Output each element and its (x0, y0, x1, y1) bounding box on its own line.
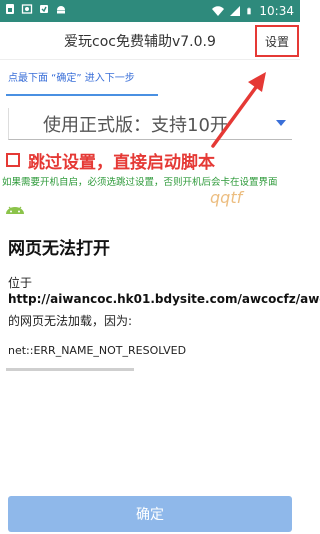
autostart-warning: 如果需要开机自启，必须选跳过设置，否则开机后会卡在设置界面 (2, 177, 278, 188)
skip-setup-row[interactable]: 跳过设置，直接启动脚本 (6, 148, 215, 173)
confirm-label: 确定 (136, 507, 164, 523)
skip-setup-label: 跳过设置，直接启动脚本 (28, 152, 215, 173)
version-select[interactable]: 使用正式版：支持10开 (8, 108, 292, 140)
status-left-icons (4, 3, 67, 15)
wifi-icon (212, 6, 225, 17)
next-step-hint: 点最下面 “确定” 进入下一步 (8, 73, 135, 84)
settings-button[interactable]: 设置 (255, 25, 299, 57)
app-title: 爱玩coc免费辅助v7.0.9 (64, 34, 216, 50)
error-title: 网页无法打开 (8, 239, 110, 259)
screenshot-icon (21, 4, 33, 14)
confirm-button[interactable]: 确定 (8, 496, 292, 532)
app-bar: 爱玩coc免费辅助v7.0.9 设置 (0, 22, 300, 60)
watermark: qqtf (210, 188, 243, 207)
dropdown-arrow-icon (276, 120, 286, 126)
status-time: 10:34 (259, 4, 294, 18)
error-code: net::ERR_NAME_NOT_RESOLVED (8, 344, 187, 357)
error-located-at: 位于 (8, 276, 33, 290)
battery-icon (247, 7, 252, 15)
hint-underline (6, 94, 158, 96)
signal-icon (230, 6, 241, 16)
settings-label: 设置 (264, 35, 289, 49)
error-reason: 的网页无法加载，因为: (8, 314, 133, 328)
webview-scrollbar[interactable] (6, 368, 134, 371)
error-url: http://aiwancoc.hk01.bdysite.com/awcocfz… (8, 292, 320, 306)
skip-setup-checkbox[interactable] (6, 153, 20, 167)
android-icon (57, 6, 65, 14)
status-bar: 10:34 (0, 0, 300, 22)
notification-icon (40, 5, 48, 13)
version-select-value: 使用正式版：支持10开 (43, 115, 228, 136)
sim-icon (6, 4, 14, 14)
status-right-icons: 10:34 (212, 3, 294, 19)
webview-error: 网页无法打开 位于 http://aiwancoc.hk01.bdysite.c… (0, 222, 320, 372)
android-logo-icon (6, 206, 24, 214)
